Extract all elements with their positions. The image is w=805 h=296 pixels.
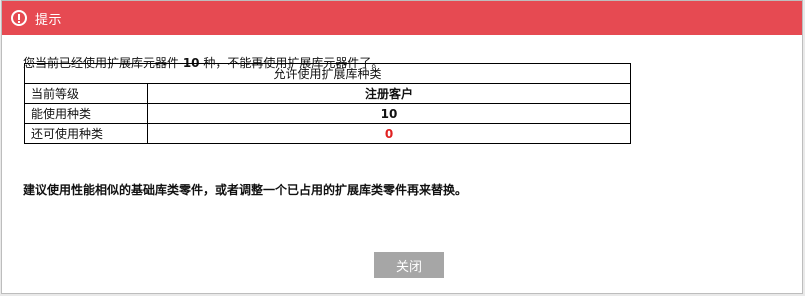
limit-dialog: 提示 您当前已经使用扩展库元器件 10 种，不能再使用扩展库元器件了。 允许使用… <box>1 0 803 294</box>
row-value-current-level: 注册客户 <box>147 83 631 104</box>
table-row: 能使用种类 10 <box>24 103 631 124</box>
row-label-remaining-types: 还可使用种类 <box>24 123 148 144</box>
table-header: 允许使用扩展库种类 <box>24 63 631 84</box>
table-row: 当前等级 注册客户 <box>24 83 631 104</box>
row-value-remaining-types: 0 <box>147 123 631 144</box>
row-value-allowed-types: 10 <box>147 103 631 124</box>
table-header-row: 允许使用扩展库种类 <box>24 63 631 84</box>
dialog-title: 提示 <box>35 12 63 28</box>
dialog-title-bar: 提示 <box>2 1 802 35</box>
row-label-current-level: 当前等级 <box>24 83 148 104</box>
alert-circle-icon <box>11 10 27 26</box>
close-button[interactable]: 关闭 <box>374 252 444 278</box>
row-label-allowed-types: 能使用种类 <box>24 103 148 124</box>
advice-text: 建议使用性能相似的基础库类零件，或者调整一个已占用的扩展库类零件再来替换。 <box>23 183 468 197</box>
table-row: 还可使用种类 0 <box>24 123 631 144</box>
extension-library-table: 允许使用扩展库种类 当前等级 注册客户 能使用种类 10 还可使用种类 0 <box>24 63 631 144</box>
